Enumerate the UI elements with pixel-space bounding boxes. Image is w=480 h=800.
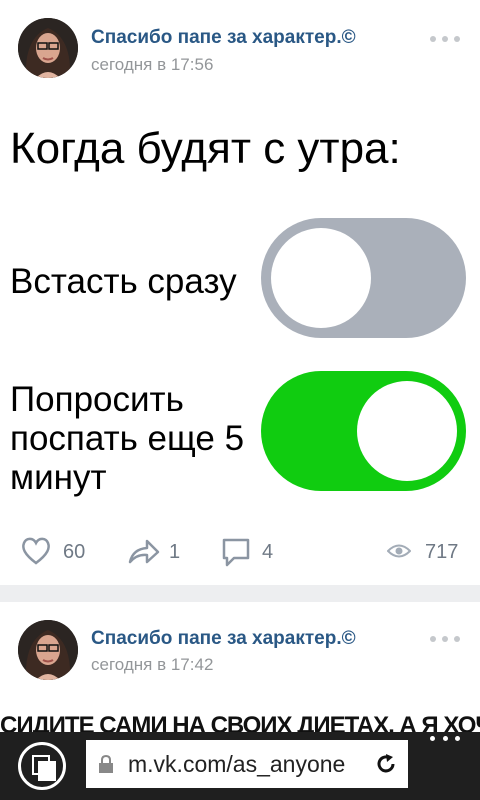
post-card: Спасибо папе за характер.© сегодня в 17:… (0, 602, 480, 732)
view-count: 717 (425, 541, 459, 563)
address-url[interactable]: m.vk.com/as_anyone (128, 751, 345, 778)
browser-more-icon[interactable] (430, 736, 460, 744)
author-avatar[interactable] (18, 620, 78, 680)
post-author-link[interactable]: Спасибо папе за характер.© (91, 628, 356, 650)
post-timestamp[interactable]: сегодня в 17:56 (91, 55, 213, 75)
meme-caption: СИДИТЕ САМИ НА СВОИХ ДИЕТАХ, А Я ХОЧУ (0, 712, 480, 732)
reload-icon[interactable] (374, 752, 398, 776)
post-card: Спасибо папе за характер.© сегодня в 17:… (0, 0, 480, 585)
post-timestamp[interactable]: сегодня в 17:42 (91, 655, 213, 675)
share-count: 1 (169, 541, 181, 563)
share-arrow-icon[interactable] (127, 536, 161, 566)
comment-count: 4 (262, 541, 274, 563)
browser-toolbar: m.vk.com/as_anyone (0, 732, 480, 800)
meme-option-1: Встасть сразу (10, 262, 237, 301)
like-count: 60 (63, 541, 86, 563)
tabs-icon[interactable] (18, 742, 66, 790)
post-more-icon[interactable] (430, 634, 460, 644)
views-eye-icon (387, 544, 411, 558)
meme-title: Когда будят с утра: (10, 124, 401, 173)
toggle-switch-on (261, 371, 466, 491)
toggle-knob (271, 228, 371, 328)
comment-bubble-icon[interactable] (220, 536, 252, 568)
post-more-icon[interactable] (430, 34, 460, 44)
lock-icon (99, 754, 113, 773)
address-bar[interactable]: m.vk.com/as_anyone (86, 740, 408, 788)
author-avatar[interactable] (18, 18, 78, 78)
toggle-knob (357, 381, 457, 481)
toggle-switch-off (261, 218, 466, 338)
post-author-link[interactable]: Спасибо папе за характер.© (91, 27, 356, 49)
meme-option-2: Попросить поспать еще 5 минут (10, 380, 245, 497)
like-heart-icon[interactable] (20, 536, 52, 566)
